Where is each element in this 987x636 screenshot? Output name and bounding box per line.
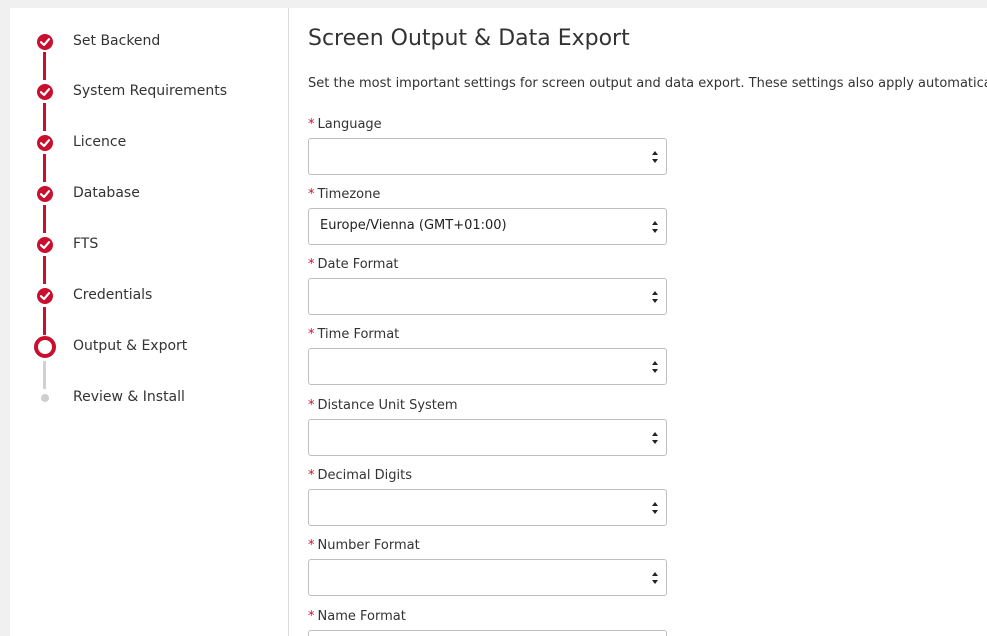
name-format-select[interactable] xyxy=(308,630,667,636)
page-description: Set the most important settings for scre… xyxy=(308,76,987,91)
check-circle-icon xyxy=(37,84,53,100)
step-licence[interactable]: Licence xyxy=(10,129,288,157)
field-label-text: Distance Unit System xyxy=(317,398,458,413)
required-marker: * xyxy=(308,609,315,624)
required-marker: * xyxy=(308,257,315,272)
current-step-ring-icon xyxy=(34,336,56,358)
step-set-backend[interactable]: Set Backend xyxy=(10,28,288,56)
step-label: Output & Export xyxy=(73,338,188,354)
installer-window: Set Backend System Requirements Licence … xyxy=(10,8,987,636)
check-circle-icon xyxy=(37,237,53,253)
timezone-select[interactable]: Europe/Vienna (GMT+01:00) xyxy=(308,208,667,245)
field-label: * Date Format xyxy=(308,257,399,272)
field-label-text: Date Format xyxy=(317,257,399,272)
step-review-install[interactable]: Review & Install xyxy=(10,384,288,412)
field-label-text: Timezone xyxy=(317,187,381,202)
select-value: Europe/Vienna (GMT+01:00) xyxy=(320,218,507,233)
field-label: * Language xyxy=(308,117,382,132)
field-label-text: Name Format xyxy=(317,609,406,624)
field-label-text: Number Format xyxy=(317,538,420,553)
updown-arrows-icon xyxy=(652,502,658,514)
time-format-select[interactable] xyxy=(308,348,667,385)
field-label: * Time Format xyxy=(308,327,399,342)
field-label: * Distance Unit System xyxy=(308,398,458,413)
step-database[interactable]: Database xyxy=(10,180,288,208)
step-connector xyxy=(43,154,46,182)
step-label: Credentials xyxy=(73,287,153,303)
step-label: Database xyxy=(73,185,140,201)
step-label: Set Backend xyxy=(73,33,161,49)
field-label-text: Time Format xyxy=(317,327,400,342)
required-marker: * xyxy=(308,327,315,342)
step-connector xyxy=(43,52,46,80)
distance-unit-select[interactable] xyxy=(308,419,667,456)
check-circle-icon xyxy=(37,288,53,304)
updown-arrows-icon xyxy=(652,291,658,303)
stepper-sidebar: Set Backend System Requirements Licence … xyxy=(10,8,289,636)
language-select[interactable] xyxy=(308,138,667,175)
step-label: System Requirements xyxy=(73,83,227,99)
updown-arrows-icon xyxy=(652,432,658,444)
check-circle-icon xyxy=(37,34,53,50)
pending-dot-icon xyxy=(41,394,49,402)
step-system-requirements[interactable]: System Requirements xyxy=(10,78,288,106)
updown-arrows-icon xyxy=(652,221,658,233)
step-label: Review & Install xyxy=(73,389,185,405)
required-marker: * xyxy=(308,468,315,483)
decimal-digits-select[interactable] xyxy=(308,489,667,526)
field-label: * Number Format xyxy=(308,538,420,553)
required-marker: * xyxy=(308,117,315,132)
main-content: Screen Output & Data Export Set the most… xyxy=(308,8,987,636)
step-fts[interactable]: FTS xyxy=(10,231,288,259)
step-credentials[interactable]: Credentials xyxy=(10,282,288,310)
updown-arrows-icon xyxy=(652,572,658,584)
field-label: * Decimal Digits xyxy=(308,468,412,483)
step-connector xyxy=(43,307,46,335)
field-label-text: Decimal Digits xyxy=(317,468,413,483)
check-circle-icon xyxy=(37,186,53,202)
updown-arrows-icon xyxy=(652,361,658,373)
step-label: FTS xyxy=(73,236,99,252)
page-title: Screen Output & Data Export xyxy=(308,26,630,51)
field-label: * Timezone xyxy=(308,187,380,202)
date-format-select[interactable] xyxy=(308,278,667,315)
step-connector xyxy=(43,205,46,233)
check-circle-icon xyxy=(37,135,53,151)
field-label: * Name Format xyxy=(308,609,406,624)
required-marker: * xyxy=(308,538,315,553)
step-connector xyxy=(43,103,46,131)
number-format-select[interactable] xyxy=(308,559,667,596)
step-output-export[interactable]: Output & Export xyxy=(10,333,288,361)
field-label-text: Language xyxy=(317,117,382,132)
required-marker: * xyxy=(308,187,315,202)
step-connector xyxy=(43,256,46,284)
step-label: Licence xyxy=(73,134,127,150)
updown-arrows-icon xyxy=(652,151,658,163)
required-marker: * xyxy=(308,398,315,413)
